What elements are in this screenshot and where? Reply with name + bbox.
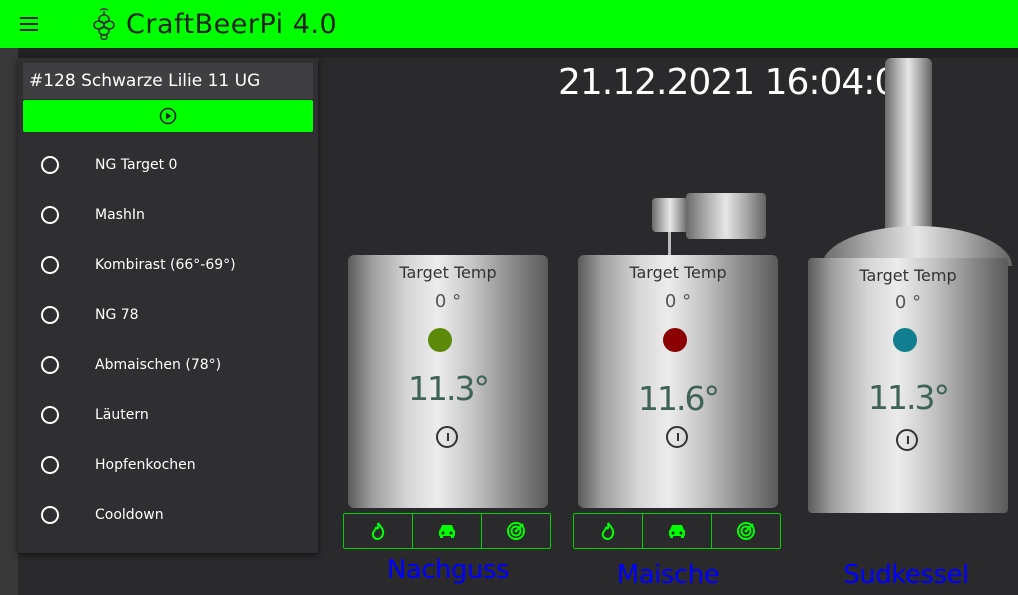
kettle-nachguss[interactable]: Target Temp 0 ° 11.3° xyxy=(348,255,548,508)
current-temp: 11.6° xyxy=(638,379,720,418)
radar-icon[interactable] xyxy=(482,514,550,548)
radio-circle-icon[interactable] xyxy=(41,406,59,424)
app-title: CraftBeerPi 4.0 xyxy=(126,8,338,40)
header-divider xyxy=(18,48,1018,58)
kettle-maische[interactable]: Target Temp 0 ° 11.6° xyxy=(578,255,778,508)
play-circle-icon xyxy=(159,107,177,125)
step-label: Hopfenkochen xyxy=(95,457,196,473)
target-temp-label: Target Temp xyxy=(629,263,727,282)
step-label: NG Target 0 xyxy=(95,157,178,173)
step-label: Abmaischen (78°) xyxy=(95,357,222,373)
step-item[interactable]: Kombirast (66°-69°) xyxy=(18,240,318,290)
target-temp-label: Target Temp xyxy=(399,263,497,282)
status-led xyxy=(428,328,452,352)
step-label: Cooldown xyxy=(95,507,164,523)
step-item[interactable]: NG 78 xyxy=(18,290,318,340)
target-temp-value: 0 ° xyxy=(664,291,692,312)
hamburger-icon[interactable] xyxy=(0,0,60,48)
current-temp: 11.3° xyxy=(408,369,490,408)
radio-circle-icon[interactable] xyxy=(41,206,59,224)
hop-icon xyxy=(93,8,115,40)
status-led xyxy=(893,328,917,352)
target-temp-value: 0 ° xyxy=(434,291,462,312)
agitator-motor xyxy=(652,198,688,232)
radio-circle-icon[interactable] xyxy=(41,506,59,524)
flame-icon[interactable] xyxy=(574,514,643,548)
step-label: Läutern xyxy=(95,407,149,423)
kettle-name: Maische xyxy=(616,560,720,590)
radio-circle-icon[interactable] xyxy=(41,256,59,274)
kettle-actions xyxy=(573,513,781,549)
dial-icon[interactable] xyxy=(666,426,688,448)
step-label: MashIn xyxy=(95,207,145,223)
kettle-sudkessel[interactable]: Target Temp 0 ° 11.3° xyxy=(808,258,1008,513)
step-item[interactable]: Hopfenkochen xyxy=(18,440,318,490)
flame-icon[interactable] xyxy=(344,514,413,548)
kettle-actions xyxy=(343,513,551,549)
step-label: NG 78 xyxy=(95,307,139,323)
step-item[interactable]: Abmaischen (78°) xyxy=(18,340,318,390)
radio-circle-icon[interactable] xyxy=(41,356,59,374)
target-temp-value: 0 ° xyxy=(894,292,922,313)
dial-icon[interactable] xyxy=(436,426,458,448)
agitator-motor-body xyxy=(686,193,766,239)
current-temp: 11.3° xyxy=(868,378,950,417)
clock: 21.12.2021 16:04:03 xyxy=(558,62,919,103)
step-item[interactable]: Läutern xyxy=(18,390,318,440)
start-button[interactable] xyxy=(23,100,313,132)
kettle-name: Nachguss xyxy=(386,555,510,585)
chimney-pipe xyxy=(885,58,932,236)
left-strip xyxy=(0,48,18,595)
kettle-name: Sudkessel xyxy=(843,560,969,590)
step-panel: #128 Schwarze Lilie 11 UG NG Target 0 Ma… xyxy=(18,58,318,553)
status-led xyxy=(663,328,687,352)
radar-icon[interactable] xyxy=(712,514,780,548)
radio-circle-icon[interactable] xyxy=(41,306,59,324)
car-icon[interactable] xyxy=(413,514,482,548)
dial-icon[interactable] xyxy=(896,429,918,451)
car-icon[interactable] xyxy=(643,514,712,548)
top-bar: CraftBeerPi 4.0 xyxy=(0,0,1018,48)
radio-circle-icon[interactable] xyxy=(41,156,59,174)
agitator-shaft xyxy=(668,232,671,256)
step-item[interactable]: MashIn xyxy=(18,190,318,240)
step-item[interactable]: NG Target 0 xyxy=(18,140,318,190)
recipe-name: #128 Schwarze Lilie 11 UG xyxy=(23,63,313,99)
step-label: Kombirast (66°-69°) xyxy=(95,257,236,273)
target-temp-label: Target Temp xyxy=(859,266,957,285)
radio-circle-icon[interactable] xyxy=(41,456,59,474)
step-item[interactable]: Cooldown xyxy=(18,490,318,540)
